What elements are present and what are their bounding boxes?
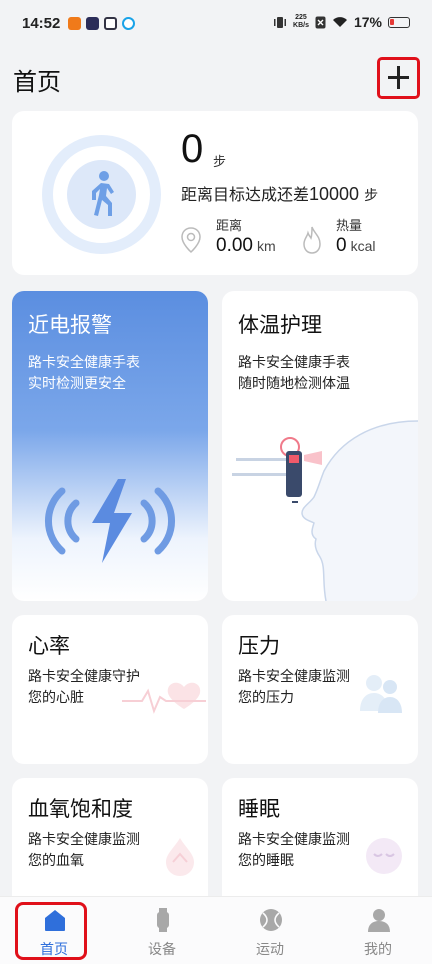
bottom-nav: 首页 设备 运动 我的 bbox=[0, 896, 432, 964]
card-description: 路卡安全健康手表 随时随地检测体温 bbox=[238, 355, 350, 392]
wifi-icon bbox=[332, 17, 347, 27]
card-description: 路卡安全健康监测 您的压力 bbox=[238, 669, 350, 706]
person-icon bbox=[368, 909, 390, 932]
network-speed: 225 KB/s bbox=[293, 14, 309, 29]
watch-icon bbox=[157, 908, 169, 932]
steps-progress-ring bbox=[42, 135, 161, 254]
distance-label: 距离 bbox=[216, 219, 243, 234]
card-title: 近电报警 bbox=[28, 313, 112, 337]
steps-unit: 步 bbox=[213, 155, 227, 170]
card-description: 路卡安全健康监测 您的睡眠 bbox=[238, 832, 350, 869]
nav-label: 我的 bbox=[364, 942, 392, 958]
nav-item-sport[interactable]: 运动 bbox=[216, 897, 324, 964]
page-title: 首页 bbox=[13, 68, 61, 96]
stress-card[interactable]: 压力 路卡安全健康监测 您的压力 bbox=[222, 615, 418, 764]
nav-item-home[interactable]: 首页 bbox=[0, 897, 108, 964]
notification-app-icon bbox=[104, 17, 117, 30]
heart-rate-card[interactable]: 心率 路卡安全健康守护 您的心脏 bbox=[12, 615, 208, 764]
location-pin-icon bbox=[181, 227, 201, 254]
card-description: 路卡安全健康监测 您的血氧 bbox=[28, 832, 140, 869]
sim-off-icon bbox=[315, 16, 326, 28]
calories-label: 热量 bbox=[336, 219, 363, 234]
people-icon bbox=[360, 675, 402, 713]
status-time: 14:52 bbox=[22, 15, 61, 32]
distance-value: 0.00 km bbox=[216, 235, 276, 256]
card-title: 体温护理 bbox=[238, 313, 322, 337]
home-icon bbox=[45, 910, 65, 931]
status-bar: 14:52 225 KB/s 17% bbox=[0, 0, 432, 50]
notification-app-icon bbox=[86, 17, 99, 30]
blood-drop-icon bbox=[166, 838, 194, 876]
add-device-button[interactable] bbox=[377, 57, 420, 99]
nav-item-profile[interactable]: 我的 bbox=[324, 897, 432, 964]
calories-value: 0 kcal bbox=[336, 235, 376, 256]
notification-app-icon bbox=[68, 17, 81, 30]
nav-label: 设备 bbox=[148, 942, 176, 958]
card-title: 睡眠 bbox=[238, 797, 280, 821]
nav-item-device[interactable]: 设备 bbox=[108, 897, 216, 964]
notification-app-icon bbox=[122, 17, 135, 30]
lightning-alarm-icon bbox=[45, 479, 175, 563]
card-title: 压力 bbox=[238, 634, 280, 658]
card-title: 心率 bbox=[28, 634, 70, 658]
flame-icon bbox=[303, 226, 321, 254]
battery-percent: 17% bbox=[353, 14, 382, 30]
walking-person-icon bbox=[91, 170, 114, 216]
heartbeat-icon bbox=[122, 682, 206, 714]
moon-icon bbox=[366, 838, 402, 874]
nav-label: 首页 bbox=[40, 942, 68, 958]
card-description: 路卡安全健康手表 实时检测更安全 bbox=[28, 355, 140, 392]
electric-alarm-card[interactable]: 近电报警 路卡安全健康手表 实时检测更安全 bbox=[12, 291, 208, 601]
steps-count: 0 bbox=[181, 127, 204, 171]
nav-label: 运动 bbox=[256, 942, 284, 958]
forehead-thermometer-illustration bbox=[232, 420, 418, 601]
steps-goal-text: 距离目标达成还差10000 步 bbox=[181, 184, 379, 204]
battery-icon bbox=[388, 16, 410, 28]
ball-icon bbox=[260, 909, 282, 931]
card-title: 血氧饱和度 bbox=[28, 797, 133, 821]
steps-card[interactable]: 0 步 距离目标达成还差10000 步 距离 0.00 km 热量 0 kcal bbox=[12, 111, 418, 275]
temperature-care-card[interactable]: 体温护理 路卡安全健康手表 随时随地检测体温 bbox=[222, 291, 418, 601]
vibrate-icon bbox=[274, 16, 287, 28]
